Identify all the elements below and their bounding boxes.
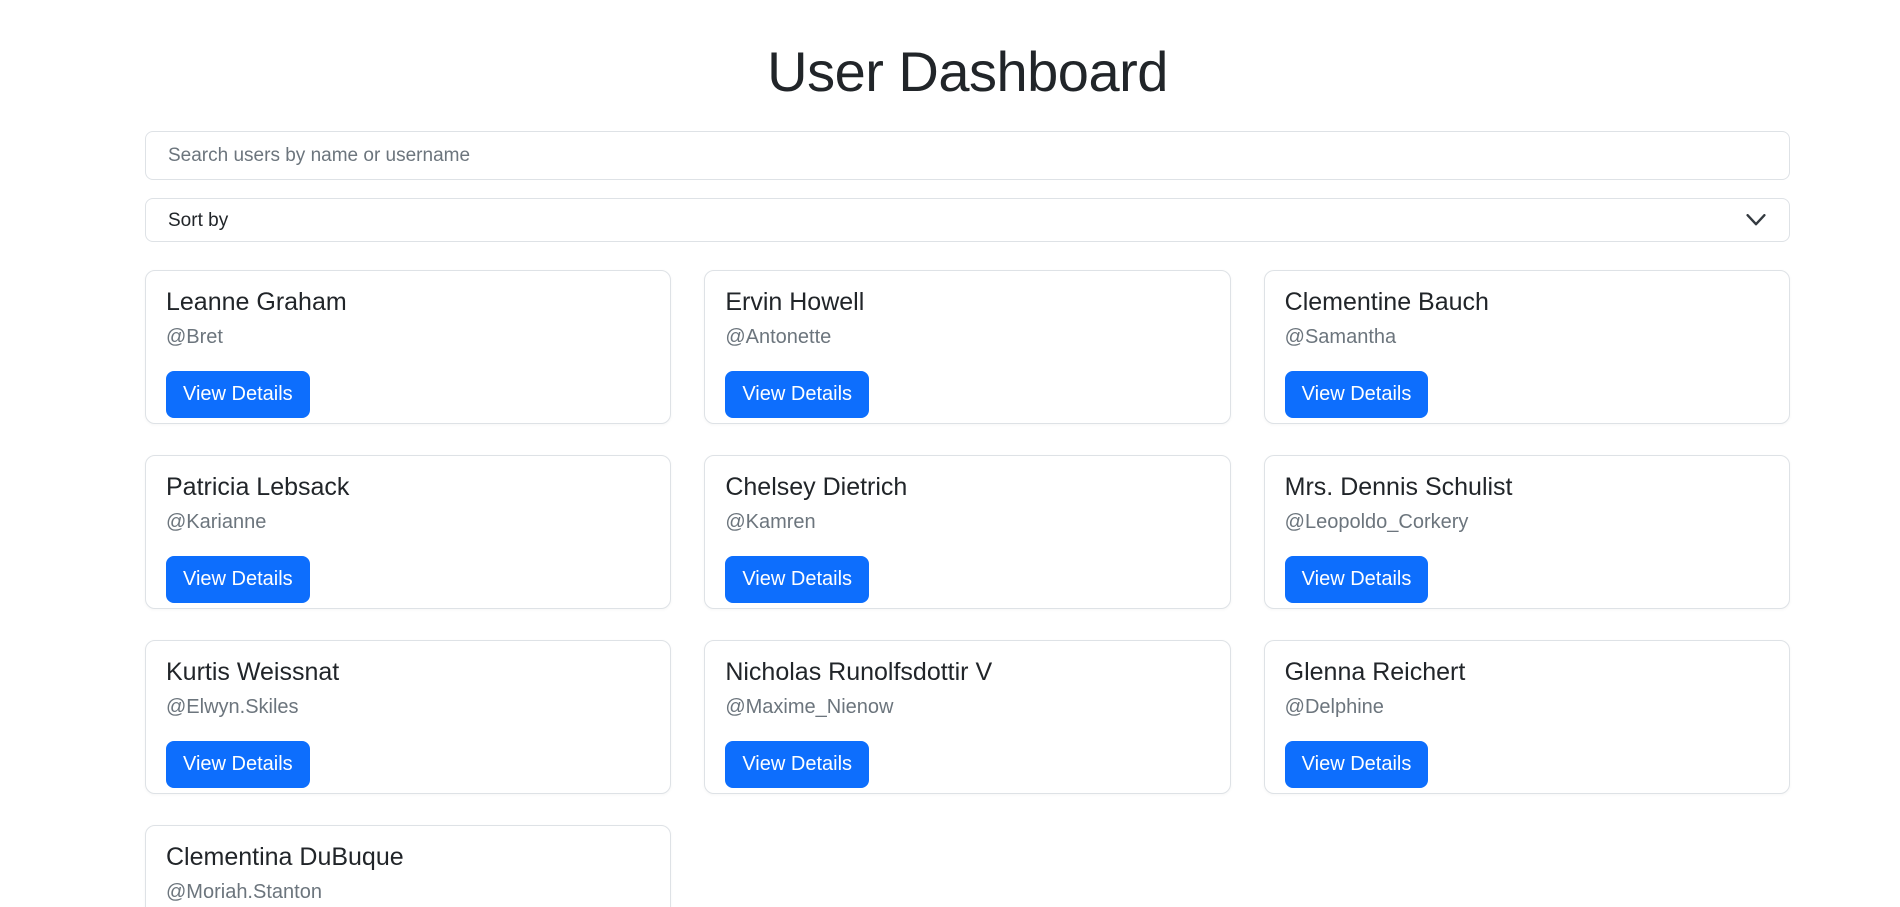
page-title: User Dashboard xyxy=(145,38,1790,105)
user-username: @Antonette xyxy=(725,322,1209,352)
user-card: Clementine Bauch @Samantha View Details xyxy=(1264,270,1790,424)
user-card: Kurtis Weissnat @Elwyn.Skiles View Detai… xyxy=(145,640,671,794)
view-details-button[interactable]: View Details xyxy=(166,556,310,603)
user-username: @Delphine xyxy=(1285,692,1769,722)
user-name: Glenna Reichert xyxy=(1285,657,1769,687)
user-username: @Bret xyxy=(166,322,650,352)
user-card: Chelsey Dietrich @Kamren View Details xyxy=(704,455,1230,609)
user-name: Ervin Howell xyxy=(725,287,1209,317)
user-username: @Samantha xyxy=(1285,322,1769,352)
user-name: Mrs. Dennis Schulist xyxy=(1285,472,1769,502)
user-username: @Karianne xyxy=(166,507,650,537)
user-card: Mrs. Dennis Schulist @Leopoldo_Corkery V… xyxy=(1264,455,1790,609)
view-details-button[interactable]: View Details xyxy=(166,371,310,418)
user-username: @Maxime_Nienow xyxy=(725,692,1209,722)
user-username: @Leopoldo_Corkery xyxy=(1285,507,1769,537)
view-details-button[interactable]: View Details xyxy=(725,556,869,603)
user-name: Clementina DuBuque xyxy=(166,842,650,872)
user-card: Clementina DuBuque @Moriah.Stanton View … xyxy=(145,825,671,907)
main-container: User Dashboard Sort by Leanne Graham @Br… xyxy=(145,0,1790,907)
user-name: Nicholas Runolfsdottir V xyxy=(725,657,1209,687)
search-input[interactable] xyxy=(145,131,1790,180)
user-card: Nicholas Runolfsdottir V @Maxime_Nienow … xyxy=(704,640,1230,794)
user-name: Clementine Bauch xyxy=(1285,287,1769,317)
user-card: Patricia Lebsack @Karianne View Details xyxy=(145,455,671,609)
view-details-button[interactable]: View Details xyxy=(725,371,869,418)
user-name: Patricia Lebsack xyxy=(166,472,650,502)
user-username: @Kamren xyxy=(725,507,1209,537)
user-card: Ervin Howell @Antonette View Details xyxy=(704,270,1230,424)
user-name: Kurtis Weissnat xyxy=(166,657,650,687)
user-username: @Elwyn.Skiles xyxy=(166,692,650,722)
user-card: Leanne Graham @Bret View Details xyxy=(145,270,671,424)
user-name: Leanne Graham xyxy=(166,287,650,317)
view-details-button[interactable]: View Details xyxy=(1285,556,1429,603)
view-details-button[interactable]: View Details xyxy=(725,741,869,788)
sort-select-wrap: Sort by xyxy=(145,198,1790,242)
user-name: Chelsey Dietrich xyxy=(725,472,1209,502)
view-details-button[interactable]: View Details xyxy=(1285,741,1429,788)
user-card: Glenna Reichert @Delphine View Details xyxy=(1264,640,1790,794)
sort-select[interactable]: Sort by xyxy=(145,198,1790,242)
view-details-button[interactable]: View Details xyxy=(1285,371,1429,418)
view-details-button[interactable]: View Details xyxy=(166,741,310,788)
user-username: @Moriah.Stanton xyxy=(166,877,650,907)
user-grid: Leanne Graham @Bret View Details Ervin H… xyxy=(145,270,1790,907)
